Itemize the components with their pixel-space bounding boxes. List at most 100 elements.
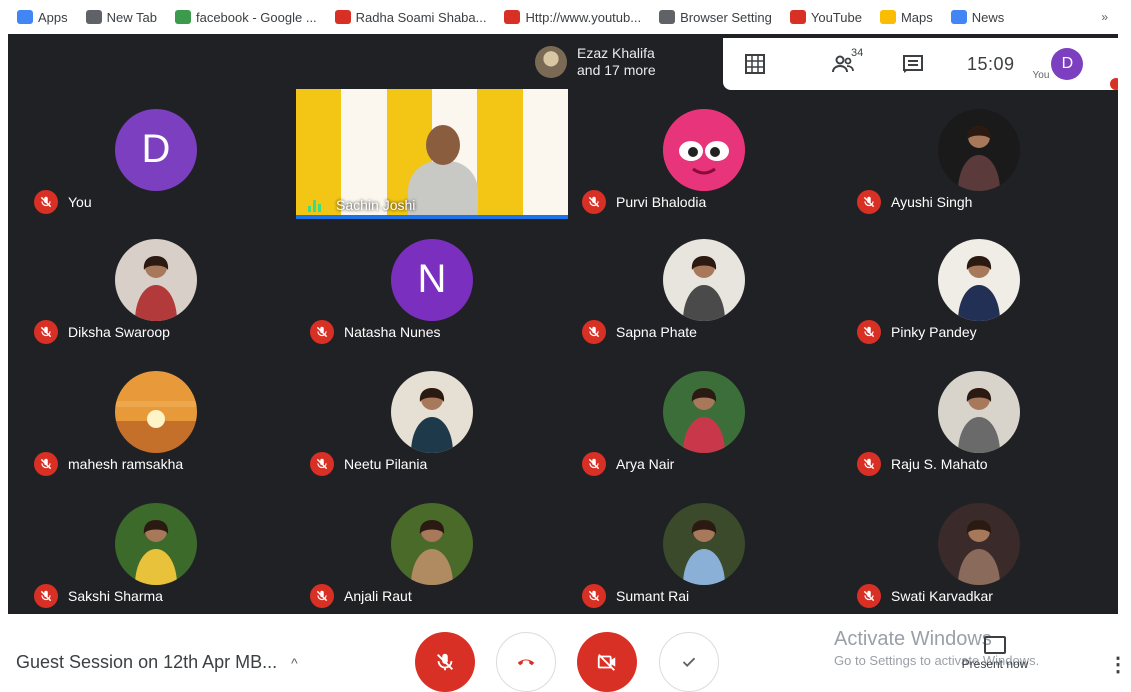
participants-chip-line1: Ezaz Khalifa xyxy=(577,45,655,61)
participant-tile[interactable]: Ayushi Singh xyxy=(843,89,1115,220)
mic-muted-icon xyxy=(310,452,334,476)
bookmark-favicon-icon xyxy=(85,10,102,24)
mic-muted-icon xyxy=(582,584,606,608)
bookmarks-overflow-button[interactable]: » xyxy=(1092,10,1117,24)
check-icon xyxy=(682,657,696,667)
camera-off-icon xyxy=(597,654,616,671)
participant-name: Purvi Bhalodia xyxy=(616,194,707,210)
bookmark-item[interactable]: Browser Setting xyxy=(650,10,781,25)
layout-button[interactable] xyxy=(723,38,787,90)
video-tile-sachin-joshi[interactable]: Sachin Joshi xyxy=(296,89,568,219)
participant-name: Swati Karvadkar xyxy=(891,588,993,604)
leave-call-button[interactable] xyxy=(496,632,556,692)
participant-name-row: Natasha Nunes xyxy=(310,320,441,344)
bookmark-label: facebook - Google ... xyxy=(195,9,317,25)
bookmark-item[interactable]: Maps xyxy=(871,10,942,25)
you-label: You xyxy=(1032,69,1050,81)
my-avatar[interactable]: D xyxy=(1051,48,1084,80)
participant-tile[interactable]: Raju S. Mahato xyxy=(843,351,1115,482)
present-now-label: Present now xyxy=(961,657,1029,671)
participant-tile[interactable]: N Natasha Nunes xyxy=(296,219,568,350)
participant-name: Sakshi Sharma xyxy=(68,588,163,604)
participant-tile[interactable]: Sumant Rai xyxy=(568,483,840,614)
participant-avatar xyxy=(391,370,473,453)
participant-avatar xyxy=(663,238,745,321)
participant-name: mahesh ramsakha xyxy=(68,456,184,472)
mic-muted-icon xyxy=(857,190,881,214)
bookmark-item[interactable]: YouTube xyxy=(781,10,871,25)
chat-button[interactable] xyxy=(881,38,945,90)
participant-avatar xyxy=(938,238,1020,321)
participant-name: Anjali Raut xyxy=(344,588,412,604)
participant-name-row: Sapna Phate xyxy=(582,320,697,344)
mic-muted-icon xyxy=(310,584,334,608)
mic-muted-icon xyxy=(582,190,606,214)
participant-tile[interactable]: Anjali Raut xyxy=(296,483,568,614)
participant-tile[interactable]: Purvi Bhalodia xyxy=(568,89,840,220)
participant-tile[interactable]: Neetu Pilania xyxy=(296,351,568,482)
grid-layout-icon xyxy=(745,54,765,74)
participants-chip-line2: and 17 more xyxy=(577,62,656,78)
participant-tile[interactable]: mahesh ramsakha xyxy=(20,351,292,482)
participant-name: Ayushi Singh xyxy=(891,194,973,210)
participant-name-row: mahesh ramsakha xyxy=(34,452,183,476)
clock: 15:09 xyxy=(967,53,1015,74)
participant-name-row: Arya Nair xyxy=(582,452,674,476)
participants-chip[interactable]: Ezaz Khalifa and 17 more xyxy=(527,38,723,86)
participant-name-row: Pinky Pandey xyxy=(857,320,977,344)
bookmark-item[interactable]: News xyxy=(942,10,1014,25)
mic-muted-icon xyxy=(34,452,58,476)
participants-chip-text: Ezaz Khalifa and 17 more xyxy=(577,45,656,79)
bookmark-favicon-icon xyxy=(659,10,676,24)
hang-up-icon xyxy=(517,659,535,666)
participant-name: Sachin Joshi xyxy=(336,197,416,213)
meeting-title: Guest Session on 12th Apr MB... xyxy=(16,652,278,672)
participant-name: Diksha Swaroop xyxy=(68,324,170,340)
participant-name: Sapna Phate xyxy=(616,324,697,340)
camera-toggle-button[interactable] xyxy=(577,632,637,692)
participant-name: Neetu Pilania xyxy=(344,456,428,472)
bookmark-label: YouTube xyxy=(810,9,862,25)
participant-tile[interactable]: D You xyxy=(20,89,292,220)
mic-toggle-button[interactable] xyxy=(415,632,475,692)
participant-name-row: Sumant Rai xyxy=(582,584,689,608)
bookmark-item[interactable]: Radha Soami Shaba... xyxy=(326,10,496,25)
meeting-stage: Ezaz Khalifa and 17 more 34 15:09 You D xyxy=(8,34,1118,614)
participant-tile[interactable]: Pinky Pandey xyxy=(843,219,1115,350)
mic-muted-icon xyxy=(34,190,58,214)
bookmark-favicon-icon xyxy=(174,10,191,24)
participant-name-row: Anjali Raut xyxy=(310,584,412,608)
participant-avatar: D xyxy=(115,108,197,191)
bookmark-label: Maps xyxy=(900,9,933,25)
bookmark-item[interactable]: Apps xyxy=(8,10,77,25)
mic-muted-icon xyxy=(34,320,58,344)
participant-name-row: Raju S. Mahato xyxy=(857,452,988,476)
bookmark-favicon-icon xyxy=(789,10,806,24)
mic-muted-icon xyxy=(857,320,881,344)
participant-tile[interactable]: Arya Nair xyxy=(568,351,840,482)
video-person xyxy=(408,125,478,219)
present-now-button[interactable]: Present now xyxy=(950,636,1040,671)
participant-tile[interactable]: Sapna Phate xyxy=(568,219,840,350)
meeting-details[interactable]: Guest Session on 12th Apr MB... ^ xyxy=(16,652,298,673)
bookmark-favicon-icon xyxy=(334,10,351,24)
participant-tile[interactable]: Swati Karvadkar xyxy=(843,483,1115,614)
video-name-row: Sachin Joshi xyxy=(308,197,415,213)
captions-button[interactable] xyxy=(659,632,719,692)
mic-muted-icon xyxy=(310,320,334,344)
people-button[interactable]: 34 xyxy=(811,38,875,90)
participant-avatar xyxy=(938,108,1020,191)
participant-avatar xyxy=(938,502,1020,585)
participant-tile[interactable]: Sakshi Sharma xyxy=(20,483,292,614)
bookmark-item[interactable]: Http://www.youtub... xyxy=(495,10,650,25)
participant-tile[interactable]: Diksha Swaroop xyxy=(20,219,292,350)
participant-avatar xyxy=(535,46,567,78)
mic-muted-icon xyxy=(857,452,881,476)
participant-avatar xyxy=(663,108,745,191)
participant-avatar xyxy=(115,502,197,585)
more-options-icon[interactable]: ⋮ xyxy=(1108,652,1128,677)
participant-avatar xyxy=(663,502,745,585)
bookmark-item[interactable]: New Tab xyxy=(77,10,166,25)
bookmark-item[interactable]: facebook - Google ... xyxy=(166,10,326,25)
bookmarks-bar: Apps New Tab facebook - Google ... Radha So… xyxy=(0,0,1131,34)
